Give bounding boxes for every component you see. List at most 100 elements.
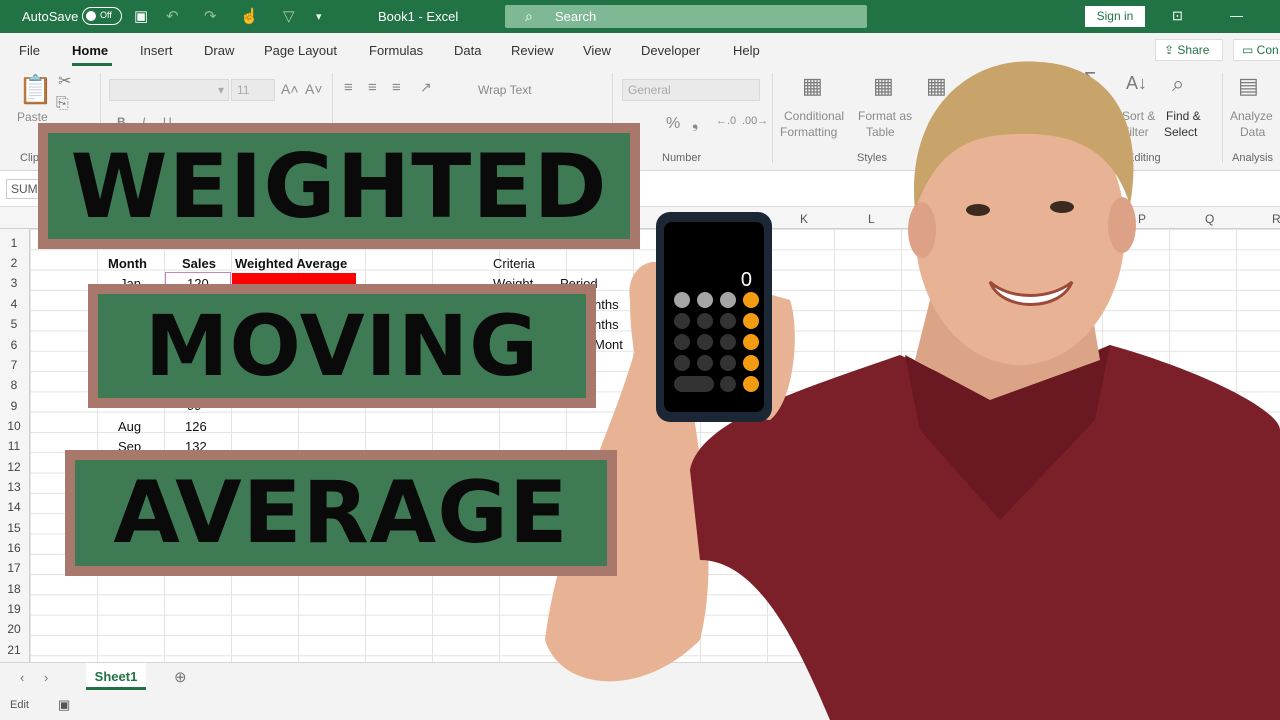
decrease-font-icon[interactable]: A˅ (305, 81, 323, 97)
column-header-p[interactable]: P (1138, 212, 1146, 226)
autosum-icon[interactable]: Σ (1084, 69, 1096, 92)
format-as-table-label-2[interactable]: Table (866, 125, 895, 139)
format-as-table-label-1[interactable]: Format as (858, 109, 912, 123)
increase-decimal-icon[interactable]: ←.0 (716, 115, 736, 127)
cell-mont[interactable]: Mont (594, 337, 623, 352)
prev-sheet-icon[interactable]: ‹ (20, 670, 24, 685)
tab-page-layout[interactable]: Page Layout (264, 43, 337, 58)
increase-font-icon[interactable]: A˄ (281, 81, 299, 97)
row-header[interactable]: 12 (0, 460, 28, 474)
row-header[interactable]: 3 (0, 276, 28, 290)
cell-aug-sales[interactable]: 126 (185, 419, 207, 434)
tab-review[interactable]: Review (511, 43, 554, 58)
column-header-r[interactable]: R (1272, 212, 1280, 226)
sign-in-button[interactable]: Sign in (1085, 6, 1145, 27)
minimize-icon[interactable]: — (1230, 8, 1243, 23)
row-header[interactable]: 6 (0, 338, 28, 352)
align-bottom-icon[interactable]: ≡ (392, 79, 401, 96)
tab-file[interactable]: File (19, 43, 40, 58)
add-sheet-icon[interactable]: ⊕ (174, 668, 187, 686)
tab-insert[interactable]: Insert (140, 43, 173, 58)
touch-mode-icon[interactable]: ☝ (240, 7, 259, 25)
find-select-label-1[interactable]: Find & (1166, 109, 1201, 123)
cut-icon[interactable]: ✂ (58, 71, 71, 91)
filter-icon[interactable]: ▽ (283, 7, 295, 25)
row-header[interactable]: 21 (0, 643, 28, 657)
tab-view[interactable]: View (583, 43, 611, 58)
row-header[interactable]: 17 (0, 561, 28, 575)
analyze-data-label-1[interactable]: Analyze (1230, 109, 1273, 123)
search-box[interactable]: ⌕ Search (505, 5, 867, 28)
copy-icon[interactable]: ⎘ (56, 95, 69, 113)
row-header[interactable]: 9 (0, 399, 28, 413)
cell-nths-2[interactable]: nths (594, 317, 619, 332)
row-header[interactable]: 18 (0, 582, 28, 596)
wrap-text-button[interactable]: Wrap Text (478, 83, 532, 97)
sheet-tab-sheet1[interactable]: Sheet1 (86, 663, 146, 690)
align-top-icon[interactable]: ≡ (344, 79, 353, 96)
comma-style-icon[interactable]: ❟ (692, 115, 698, 133)
row-header[interactable]: 10 (0, 419, 28, 433)
row-header[interactable]: 19 (0, 602, 28, 616)
sort-filter-icon[interactable]: A↓ (1126, 73, 1147, 94)
row-header[interactable]: 20 (0, 622, 28, 636)
column-header-k[interactable]: K (800, 212, 808, 226)
tab-data[interactable]: Data (454, 43, 481, 58)
font-size-dropdown[interactable]: 11 (231, 79, 275, 101)
orientation-icon[interactable]: ↗ (420, 79, 432, 96)
accessibility-icon[interactable]: ▣ (58, 697, 70, 713)
save-icon[interactable]: ▣ (134, 7, 148, 25)
cell-styles-icon[interactable]: ▦ (926, 73, 947, 99)
tab-help[interactable]: Help (733, 43, 760, 58)
row-header[interactable]: 5 (0, 317, 28, 331)
row-header[interactable]: 15 (0, 521, 28, 535)
row-header[interactable]: 1 (0, 236, 28, 250)
row-header[interactable]: 16 (0, 541, 28, 555)
sort-filter-label-2[interactable]: Filter (1122, 125, 1149, 139)
row-header[interactable]: 4 (0, 297, 28, 311)
analyze-data-label-2[interactable]: Data (1240, 125, 1265, 139)
autosave-toggle[interactable]: Off (82, 7, 122, 25)
analyze-data-icon[interactable]: ▤ (1238, 73, 1259, 99)
ribbon-display-icon[interactable]: ⊡ (1172, 8, 1183, 24)
column-header-q[interactable]: Q (1205, 212, 1214, 226)
redo-icon[interactable]: ↷ (204, 7, 217, 25)
row-header[interactable]: 11 (0, 439, 28, 453)
align-middle-icon[interactable]: ≡ (368, 79, 377, 96)
cell-sales-header[interactable]: Sales (182, 256, 216, 271)
tab-developer[interactable]: Developer (641, 43, 700, 58)
row-header[interactable]: 2 (0, 256, 28, 270)
percent-icon[interactable]: % (666, 115, 680, 133)
font-name-dropdown[interactable]: ▾ (109, 79, 229, 101)
row-header[interactable]: 7 (0, 358, 28, 372)
cell-aug[interactable]: Aug (118, 419, 141, 434)
column-header-l[interactable]: L (868, 212, 875, 226)
ribbon-separator (772, 73, 773, 163)
cell-criteria[interactable]: Criteria (493, 256, 535, 271)
tab-draw[interactable]: Draw (204, 43, 234, 58)
format-as-table-icon[interactable]: ▦ (873, 73, 894, 99)
undo-icon[interactable]: ↶ (166, 7, 179, 25)
tab-home[interactable]: Home (72, 43, 108, 58)
row-header[interactable]: 14 (0, 500, 28, 514)
share-button[interactable]: ⇪ Share (1155, 39, 1223, 61)
next-sheet-icon[interactable]: › (44, 670, 48, 685)
cell-weighted-average-header[interactable]: Weighted Average (235, 256, 347, 271)
row-header[interactable]: 8 (0, 378, 28, 392)
find-icon[interactable]: ⌕ (1172, 71, 1184, 97)
paste-label[interactable]: Paste (17, 110, 48, 124)
cell-nths-1[interactable]: nths (594, 297, 619, 312)
conditional-formatting-label-1[interactable]: Conditional (784, 109, 844, 123)
clipboard-icon[interactable]: 📋 (18, 73, 53, 106)
find-select-label-2[interactable]: Select (1164, 125, 1197, 139)
cell-month-header[interactable]: Month (108, 256, 147, 271)
number-format-dropdown[interactable]: General (622, 79, 760, 101)
customize-qat-icon[interactable]: ▾ (316, 10, 322, 23)
sort-filter-label-1[interactable]: Sort & (1122, 109, 1155, 123)
comments-button[interactable]: ▭ Con (1233, 39, 1280, 61)
conditional-formatting-icon[interactable]: ▦ (802, 73, 823, 99)
tab-formulas[interactable]: Formulas (369, 43, 423, 58)
row-header[interactable]: 13 (0, 480, 28, 494)
conditional-formatting-label-2[interactable]: Formatting (780, 125, 837, 139)
decrease-decimal-icon[interactable]: .00→ (742, 115, 768, 127)
